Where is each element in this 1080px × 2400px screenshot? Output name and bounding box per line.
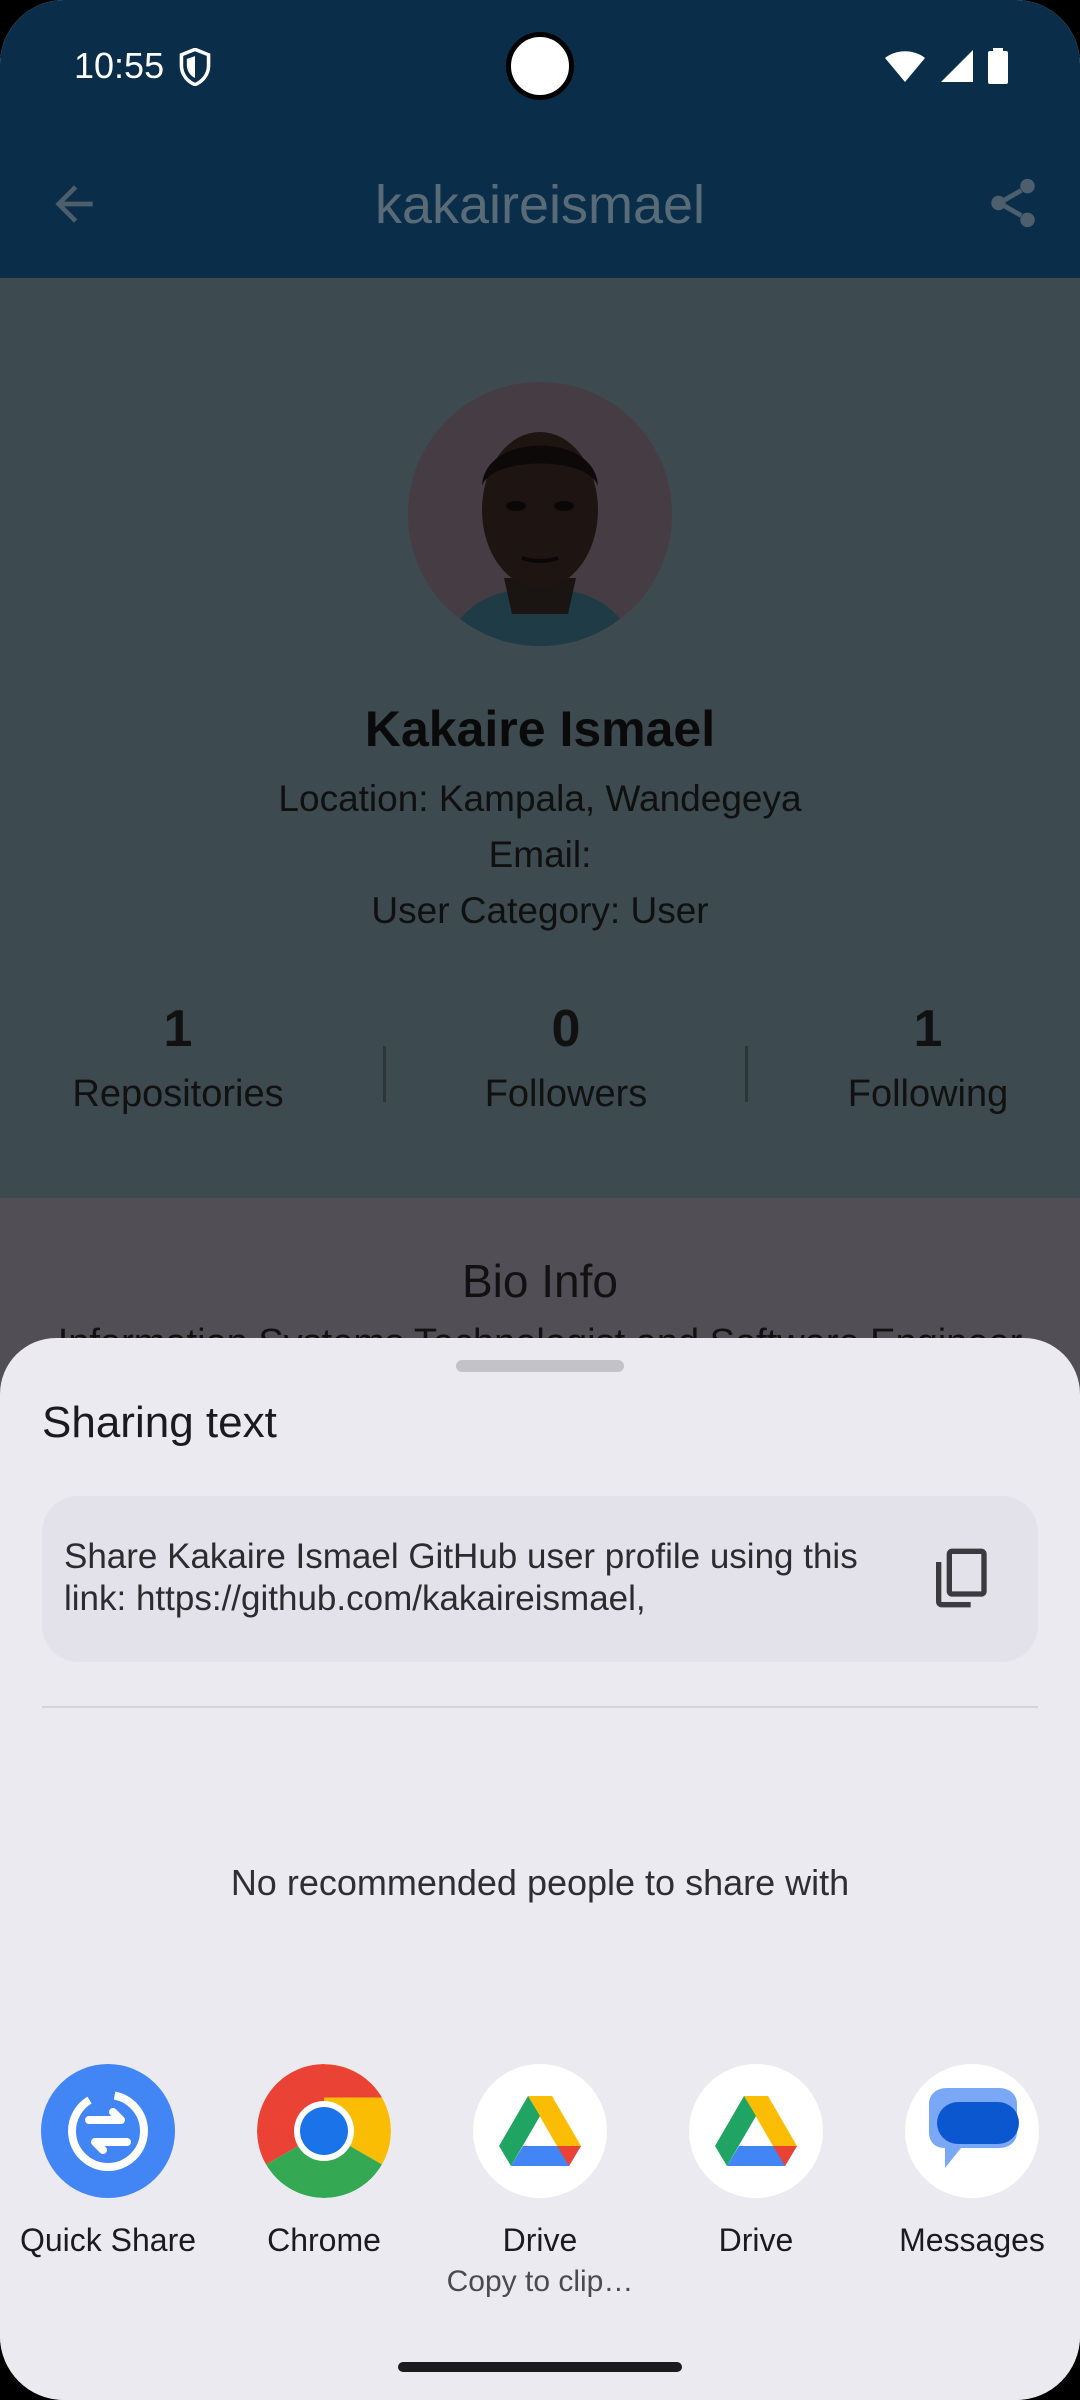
share-target-sublabel: Copy to clip… bbox=[446, 2265, 634, 2298]
share-target-label: Drive bbox=[502, 2222, 578, 2258]
divider bbox=[42, 1706, 1038, 1708]
stat-divider bbox=[745, 1046, 748, 1102]
app-bar-title: kakaireismael bbox=[374, 175, 706, 235]
share-sheet-title: Sharing text bbox=[42, 1398, 277, 1447]
battery-icon bbox=[988, 48, 1008, 84]
drive-icon bbox=[689, 2064, 823, 2198]
camera-cutout bbox=[506, 32, 574, 100]
profile-section: Kakaire Ismael Location: Kampala, Wandeg… bbox=[0, 278, 1080, 1198]
stat-label: Repositories bbox=[72, 1073, 284, 1115]
drive-icon bbox=[473, 2064, 607, 2198]
home-indicator[interactable] bbox=[398, 2362, 682, 2372]
bio-title: Bio Info bbox=[462, 1255, 618, 1307]
stat-following[interactable]: 1 Following bbox=[758, 996, 1080, 1122]
share-target-label: Drive bbox=[718, 2222, 794, 2258]
screen: 10:55 kakaireismael Kakaire Ismael Locat… bbox=[0, 0, 1080, 2400]
copy-icon[interactable] bbox=[928, 1546, 992, 1610]
share-target-label: Messages bbox=[899, 2222, 1045, 2258]
share-icon[interactable] bbox=[984, 174, 1042, 232]
stat-followers[interactable]: 0 Followers bbox=[396, 996, 736, 1122]
status-icons bbox=[884, 46, 1008, 86]
profile-email: Email: bbox=[488, 834, 592, 875]
share-sheet: Sharing text Share Kakaire Ismael GitHub… bbox=[0, 1338, 1080, 2400]
profile-location: Location: Kampala, Wandegeya bbox=[278, 778, 802, 819]
drag-handle[interactable] bbox=[456, 1360, 624, 1372]
quick-share-icon bbox=[41, 2064, 175, 2198]
share-preview: Share Kakaire Ismael GitHub user profile… bbox=[42, 1496, 1038, 1662]
profile-name: Kakaire Ismael bbox=[364, 701, 716, 757]
no-recommendations-text: No recommended people to share with bbox=[230, 1862, 850, 1903]
share-target-quick-share[interactable]: Quick Share bbox=[0, 2064, 216, 2260]
messages-icon bbox=[905, 2064, 1039, 2198]
profile-category: User Category: User bbox=[371, 890, 709, 931]
stat-label: Following bbox=[847, 1073, 1009, 1115]
stats-row: 1 Repositories 0 Followers 1 Following bbox=[0, 996, 1080, 1146]
stat-repositories[interactable]: 1 Repositories bbox=[8, 996, 348, 1122]
app-bar: kakaireismael bbox=[0, 132, 1080, 278]
chrome-icon bbox=[257, 2064, 391, 2198]
avatar bbox=[408, 382, 672, 646]
stat-value: 1 bbox=[913, 1000, 943, 1058]
share-target-drive[interactable]: Drive bbox=[648, 2064, 864, 2260]
share-target-messages[interactable]: Messages bbox=[864, 2064, 1080, 2260]
share-preview-text: Share Kakaire Ismael GitHub user profile… bbox=[64, 1537, 858, 1618]
status-bar: 10:55 bbox=[0, 0, 1080, 132]
stat-value: 0 bbox=[551, 1000, 581, 1058]
shield-icon bbox=[179, 48, 211, 86]
wifi-icon bbox=[885, 51, 925, 82]
avatar-photo bbox=[408, 382, 672, 646]
share-target-chrome[interactable]: Chrome bbox=[216, 2064, 432, 2260]
stat-value: 1 bbox=[163, 1000, 193, 1058]
share-targets: Quick Share Chrome Drive Copy to clip… D… bbox=[0, 2064, 1080, 2324]
share-target-label: Quick Share bbox=[19, 2222, 197, 2258]
status-time: 10:55 bbox=[74, 45, 165, 86]
stat-divider bbox=[383, 1046, 386, 1102]
share-target-label: Chrome bbox=[267, 2222, 381, 2258]
share-target-drive-copy[interactable]: Drive Copy to clip… bbox=[432, 2064, 648, 2302]
signal-icon bbox=[941, 50, 973, 82]
stat-label: Followers bbox=[484, 1073, 648, 1115]
